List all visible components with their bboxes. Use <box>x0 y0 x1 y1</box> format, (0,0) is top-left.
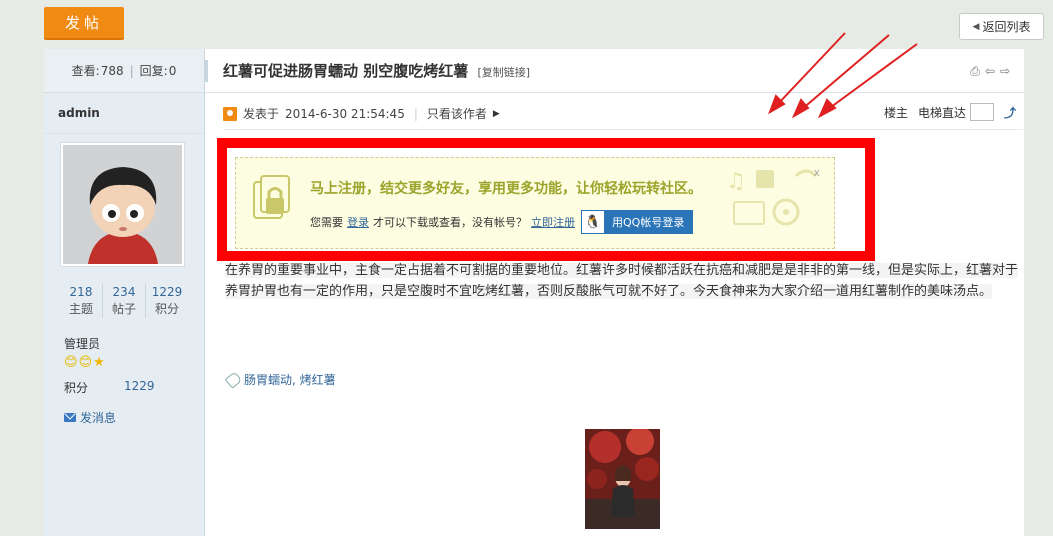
login-link[interactable]: 登录 <box>347 214 369 230</box>
smiley-icon: 😊 <box>64 355 78 370</box>
thread-container: 查看: 788 | 回复: 0 admin 218 主题 234 帖子 1229… <box>44 49 1024 536</box>
tag-icon <box>224 370 243 389</box>
thread-title-text: 红薯可促进肠胃蠕动 别空腹吃烤红薯 <box>223 62 469 80</box>
title-marker <box>205 60 208 82</box>
online-user-icon <box>223 106 237 121</box>
back-to-list-label: 返回列表 <box>982 20 1031 34</box>
rank-icons: 😊 😊 ★ <box>64 355 105 371</box>
envelope-icon <box>64 413 76 422</box>
send-message-link[interactable]: 发消息 <box>64 409 116 426</box>
notice-line: 您需要 登录 才可以下载或查看，没有帐号？ 立即注册 🐧 用QQ帐号登录 <box>310 210 694 234</box>
qq-login-button[interactable]: 🐧 用QQ帐号登录 <box>581 210 694 234</box>
smiley-icon: 😊 <box>78 355 93 370</box>
title-tools: ⎙ ⇦ ⇨ <box>970 64 1010 79</box>
caret-right-icon: ▶ <box>492 108 500 119</box>
copy-link[interactable]: [复制链接] <box>477 66 530 79</box>
print-icon[interactable]: ⎙ <box>970 64 980 79</box>
replies-count: 0 <box>168 63 177 78</box>
floor-label: 楼主 <box>883 105 908 120</box>
new-post-button[interactable]: 发帖 <box>44 7 124 40</box>
floor-tools: 楼主 电梯直达 ⤴ <box>884 103 1016 121</box>
count-posts-label: 帖子 <box>111 302 136 316</box>
thread-stats: 查看: 788 | 回复: 0 <box>44 49 204 93</box>
login-notice: 马上注册，结交更多好友，享用更多功能，让你轻松玩转社区。 您需要 登录 才可以下… <box>235 157 835 249</box>
count-threads-label: 主题 <box>68 302 93 316</box>
author-counts: 218 主题 234 帖子 1229 积分 <box>60 284 188 318</box>
post-image[interactable] <box>585 429 660 529</box>
qq-login-label: 用QQ帐号登录 <box>604 211 693 233</box>
replies-label: 回复: <box>139 64 168 78</box>
svg-text:♫: ♫ <box>726 169 746 194</box>
posted-time: 2014-6-30 21:54:45 <box>285 106 405 121</box>
media-decoration-icon: ♫ <box>726 169 818 226</box>
lock-icon <box>253 175 290 219</box>
only-author-link[interactable]: 只看该作者 <box>427 105 487 122</box>
notice-prefix: 您需要 <box>310 216 343 229</box>
back-to-list-button[interactable]: ◀ 返回列表 <box>959 13 1044 40</box>
count-credits-value: 1229 <box>151 285 183 299</box>
thread-title: 红薯可促进肠胃蠕动 别空腹吃烤红薯 [复制链接] <box>223 60 530 81</box>
jump-go-icon[interactable]: ⤴ <box>1004 104 1016 121</box>
post-body-text: 在养胃的重要事业中，主食一定占据着不可割据的重要地位。红薯许多时候都活跃在抗癌和… <box>225 263 1019 299</box>
jump-label: 电梯直达 <box>917 105 966 120</box>
count-threads-value: 218 <box>69 285 93 299</box>
meta-divider-line <box>223 129 1023 130</box>
views-count: 788 <box>100 63 124 78</box>
prev-thread-icon[interactable]: ⇦ <box>985 64 995 79</box>
count-threads[interactable]: 218 主题 <box>60 284 102 318</box>
stats-divider: | <box>129 63 134 78</box>
count-credits[interactable]: 1229 积分 <box>145 284 188 318</box>
count-posts[interactable]: 234 帖子 <box>102 284 145 318</box>
star-icon: ★ <box>93 355 105 370</box>
meta-divider: | <box>413 106 418 121</box>
chevron-left-icon: ◀ <box>972 21 980 32</box>
points-value: 1229 <box>124 379 155 393</box>
posted-prefix: 发表于 <box>243 107 280 121</box>
user-role[interactable]: 管理员 <box>64 335 100 352</box>
notice-close-button[interactable]: x <box>813 166 820 179</box>
register-link[interactable]: 立即注册 <box>531 214 575 230</box>
count-credits-label: 积分 <box>154 302 179 316</box>
notice-middle: 才可以下载或查看，没有帐号？ <box>373 216 527 229</box>
points-label: 积分 <box>64 381 89 395</box>
tags-link[interactable]: 肠胃蠕动, 烤红薯 <box>244 371 336 388</box>
count-posts-value: 234 <box>112 285 136 299</box>
author-sidebar: 查看: 788 | 回复: 0 admin 218 主题 234 帖子 1229… <box>44 49 205 536</box>
highlight-box: 马上注册，结交更多好友，享用更多功能，让你轻松玩转社区。 您需要 登录 才可以下… <box>217 138 875 261</box>
avatar[interactable] <box>60 142 185 267</box>
title-bar: 红薯可促进肠胃蠕动 别空腹吃烤红薯 [复制链接] ⎙ ⇦ ⇨ <box>205 49 1024 93</box>
post-body: 在养胃的重要事业中，主食一定占据着不可割据的重要地位。红薯许多时候都活跃在抗癌和… <box>225 260 1025 302</box>
post-tags: 肠胃蠕动, 烤红薯 <box>224 370 336 389</box>
author-points: 积分 1229 <box>64 379 155 396</box>
notice-headline: 马上注册，结交更多好友，享用更多功能，让你轻松玩转社区。 <box>310 181 702 197</box>
qq-penguin-icon: 🐧 <box>582 211 604 233</box>
post-main: 红薯可促进肠胃蠕动 别空腹吃烤红薯 [复制链接] ⎙ ⇦ ⇨ 发表于 2014-… <box>205 49 1024 536</box>
post-meta: 发表于 2014-6-30 21:54:45 | 只看该作者 ▶ <box>223 105 500 122</box>
jump-input[interactable] <box>969 103 994 121</box>
views-label: 查看: <box>71 64 100 78</box>
send-message-label: 发消息 <box>80 411 117 425</box>
next-thread-icon[interactable]: ⇨ <box>1000 64 1010 79</box>
author-name[interactable]: admin <box>44 93 204 134</box>
